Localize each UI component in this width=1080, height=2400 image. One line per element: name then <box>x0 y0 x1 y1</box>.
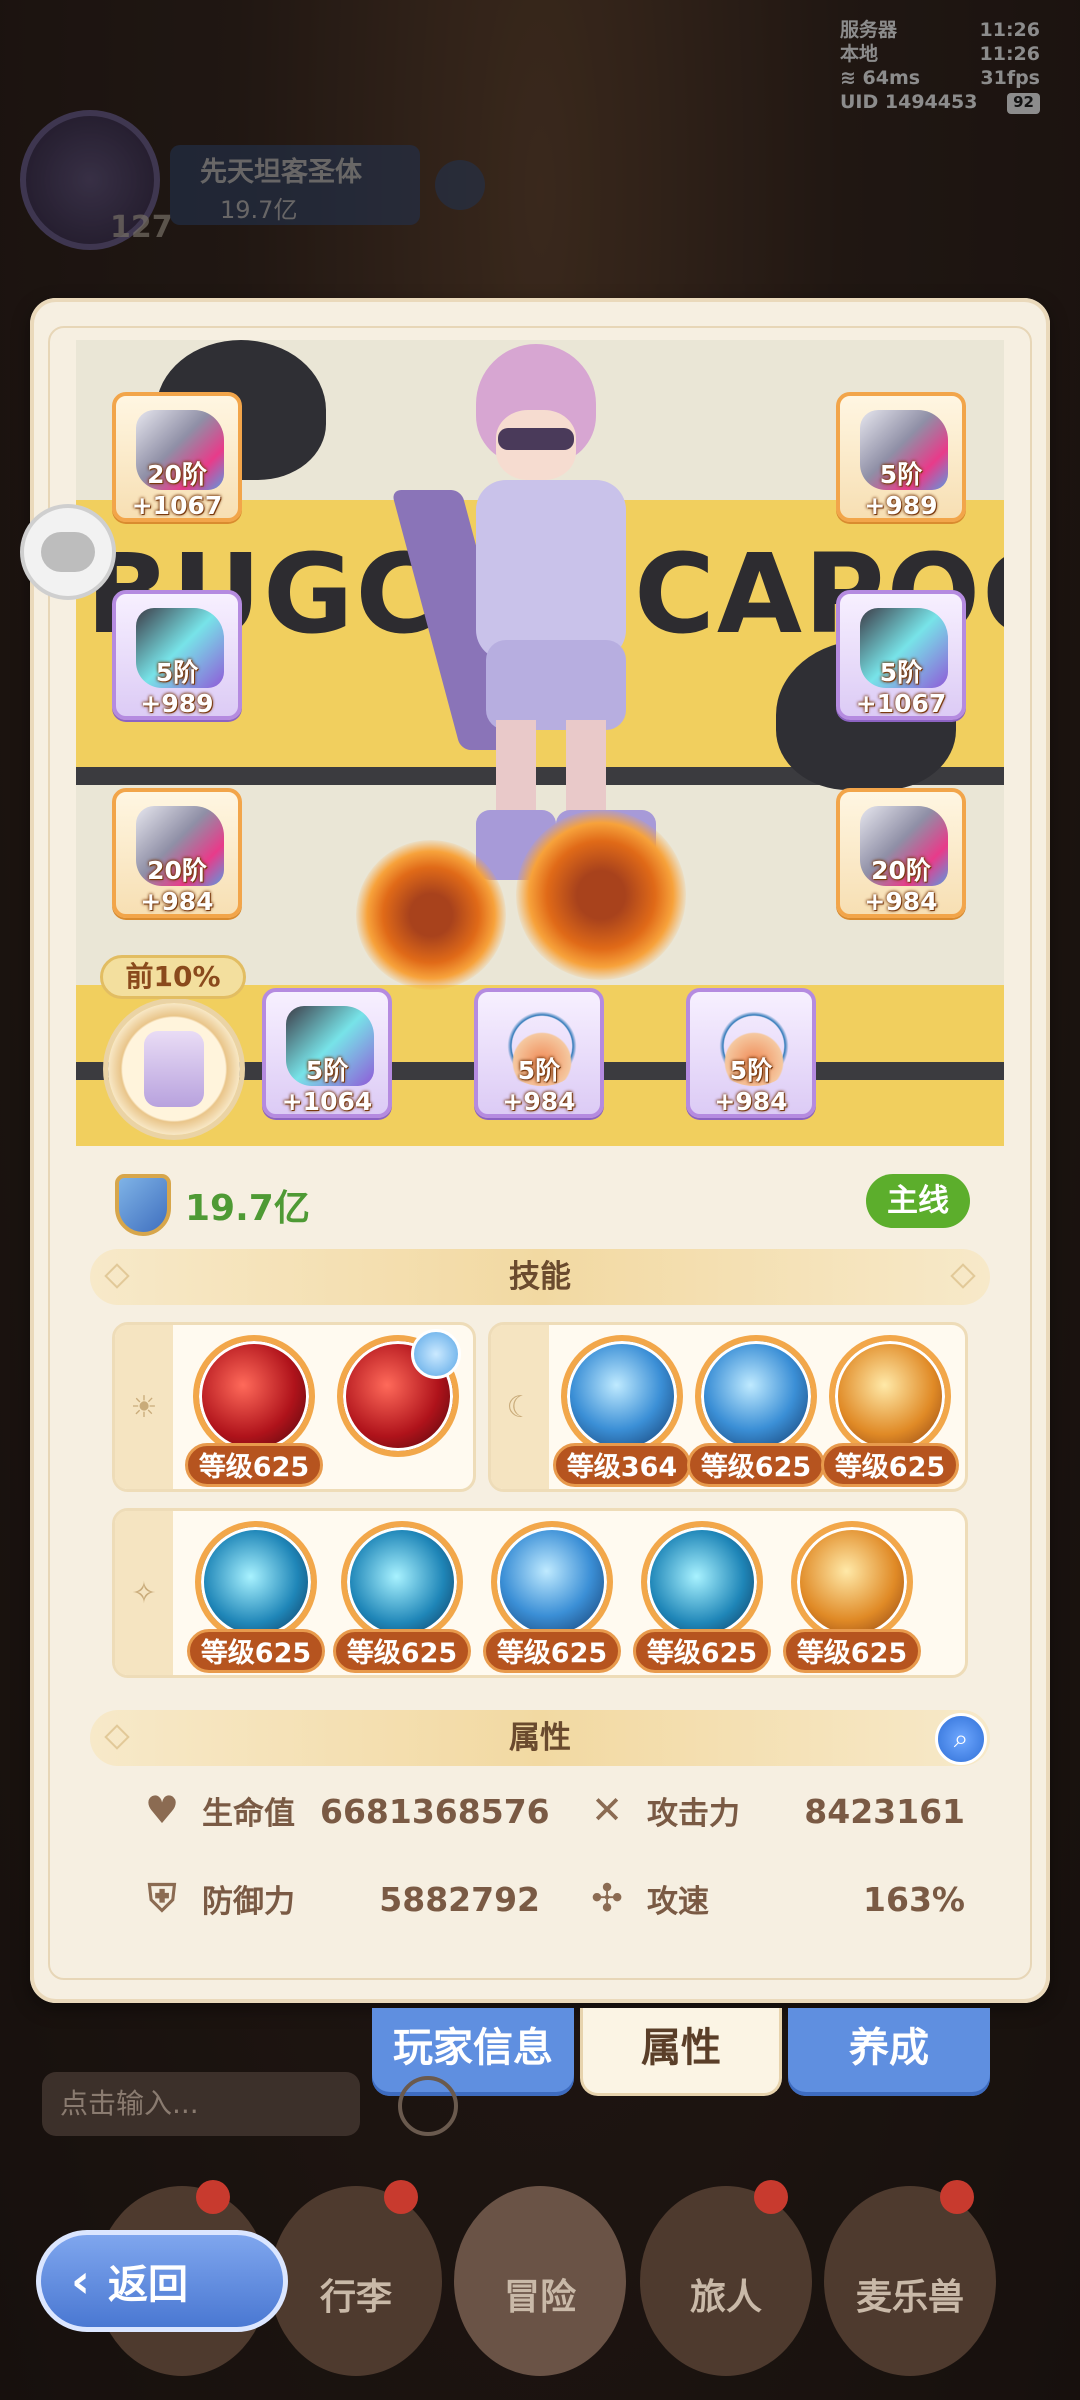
atk-value: 8423161 <box>804 1792 965 1831</box>
equip-slot-armor[interactable]: 5阶 +989 <box>112 590 242 720</box>
heart-icon: ♥ <box>144 1788 180 1832</box>
artifact-scroll-slot[interactable] <box>108 1003 240 1135</box>
equip-slot-weapon[interactable]: 20阶+1067 <box>112 392 242 522</box>
skill-slot[interactable]: 等级625 <box>633 1521 771 1681</box>
power-shield-icon <box>115 1174 171 1236</box>
skill-icon <box>195 1521 317 1643</box>
skill-slot[interactable]: 等级625 <box>187 1521 325 1681</box>
moon-icon: ☾ <box>491 1325 549 1489</box>
skill-icon <box>193 1335 315 1457</box>
notification-dot <box>384 2180 418 2214</box>
skill-icon <box>491 1521 613 1643</box>
equip-slot-belt[interactable]: 20阶+984 <box>112 788 242 918</box>
power-value: 19.7亿 <box>185 1188 310 1229</box>
chat-input[interactable]: 点击输入... <box>42 2072 360 2136</box>
skill-group-passive: ☾ 等级364 等级625 等级625 <box>488 1322 968 1492</box>
power-row: 19.7亿 <box>115 1174 310 1236</box>
hp-value: 6681368576 <box>320 1792 550 1831</box>
chat-bubble-icon[interactable] <box>20 504 116 600</box>
nav-traveler-label: 旅人 <box>689 2277 762 2318</box>
notification-dot <box>196 2180 230 2214</box>
equip-slot-boots[interactable]: 20阶+984 <box>836 788 966 918</box>
nav-pet-label: 麦乐兽 <box>855 2277 964 2318</box>
crossed-swords-icon: ✕ <box>591 1788 623 1832</box>
spd-attribute: ✣ 攻速 <box>585 1870 709 1926</box>
diamond-icon <box>104 1724 130 1750</box>
rank-badge: 前10% <box>100 955 246 999</box>
shield-icon: ⛨ <box>147 1876 177 1920</box>
atk-attribute: ✕ 攻击力 <box>585 1782 740 1838</box>
skill-icon <box>341 1521 463 1643</box>
equip-slot-helmet[interactable]: 5阶 +989 <box>836 392 966 522</box>
skill-group-special: ✧ 等级625 等级625 等级625 等级625 等级625 <box>112 1508 968 1678</box>
equip-slot-necklace[interactable]: 5阶 +984 <box>474 988 604 1118</box>
skill-slot[interactable]: 等级364 <box>553 1335 691 1495</box>
sun-icon: ☀ <box>115 1325 173 1489</box>
back-label: 返回 <box>107 2262 188 2308</box>
diamond-icon <box>104 1263 130 1289</box>
skill-slot[interactable]: 等级625 <box>333 1521 471 1681</box>
skill-group-active: ☀ 等级625 <box>112 1322 476 1492</box>
notification-dot <box>940 2180 974 2214</box>
skill-slot[interactable]: 等级625 <box>821 1335 959 1495</box>
sword-badge-icon <box>411 1329 461 1379</box>
skills-section-header: 技能 <box>90 1249 990 1305</box>
skill-icon <box>695 1335 817 1457</box>
back-button[interactable]: ‹ 返回 <box>36 2230 288 2332</box>
spd-value: 163% <box>863 1880 965 1919</box>
scroll-icon <box>144 1031 204 1107</box>
skill-slot[interactable]: 等级625 <box>483 1521 621 1681</box>
skill-slot[interactable] <box>333 1329 461 1495</box>
attributes-section-header: 属性 <box>90 1710 990 1766</box>
emoji-icon[interactable] <box>398 2076 458 2136</box>
skills-title: 技能 <box>509 1259 571 1295</box>
skill-slot[interactable]: 等级625 <box>687 1335 825 1495</box>
speed-nodes-icon: ✣ <box>591 1876 623 1920</box>
attributes-title: 属性 <box>509 1720 571 1756</box>
back-arrow-icon: ‹ <box>71 2254 90 2308</box>
tab-cultivate[interactable]: 养成 <box>788 2008 990 2096</box>
def-value: 5882792 <box>379 1880 540 1919</box>
skill-icon <box>641 1521 763 1643</box>
def-attribute: ⛨ 防御力 <box>140 1870 295 1926</box>
diamond-icon <box>950 1263 976 1289</box>
tab-attributes[interactable]: 属性 <box>580 2008 782 2096</box>
skill-icon <box>829 1335 951 1457</box>
skill-slot[interactable]: 等级625 <box>185 1335 323 1495</box>
nav-luggage-label: 行李 <box>319 2277 392 2318</box>
fire-wheel-effect <box>516 810 686 980</box>
mainline-badge[interactable]: 主线 <box>866 1174 970 1228</box>
fire-wheel-effect <box>356 840 506 990</box>
skill-slot[interactable]: 等级625 <box>783 1521 921 1681</box>
equip-slot-amulet[interactable]: 5阶 +984 <box>686 988 816 1118</box>
search-icon[interactable]: ⌕ <box>935 1713 987 1765</box>
nav-adventure-label: 冒险 <box>503 2277 576 2318</box>
notification-dot <box>754 2180 788 2214</box>
skill-icon <box>791 1521 913 1643</box>
hp-attribute: ♥ 生命值 <box>140 1782 295 1838</box>
skill-icon <box>561 1335 683 1457</box>
equip-slot-ring[interactable]: 5阶 +1064 <box>262 988 392 1118</box>
tab-player-info[interactable]: 玩家信息 <box>372 2008 574 2096</box>
star-icon: ✧ <box>115 1511 173 1675</box>
equip-slot-gloves[interactable]: 5阶+1067 <box>836 590 966 720</box>
